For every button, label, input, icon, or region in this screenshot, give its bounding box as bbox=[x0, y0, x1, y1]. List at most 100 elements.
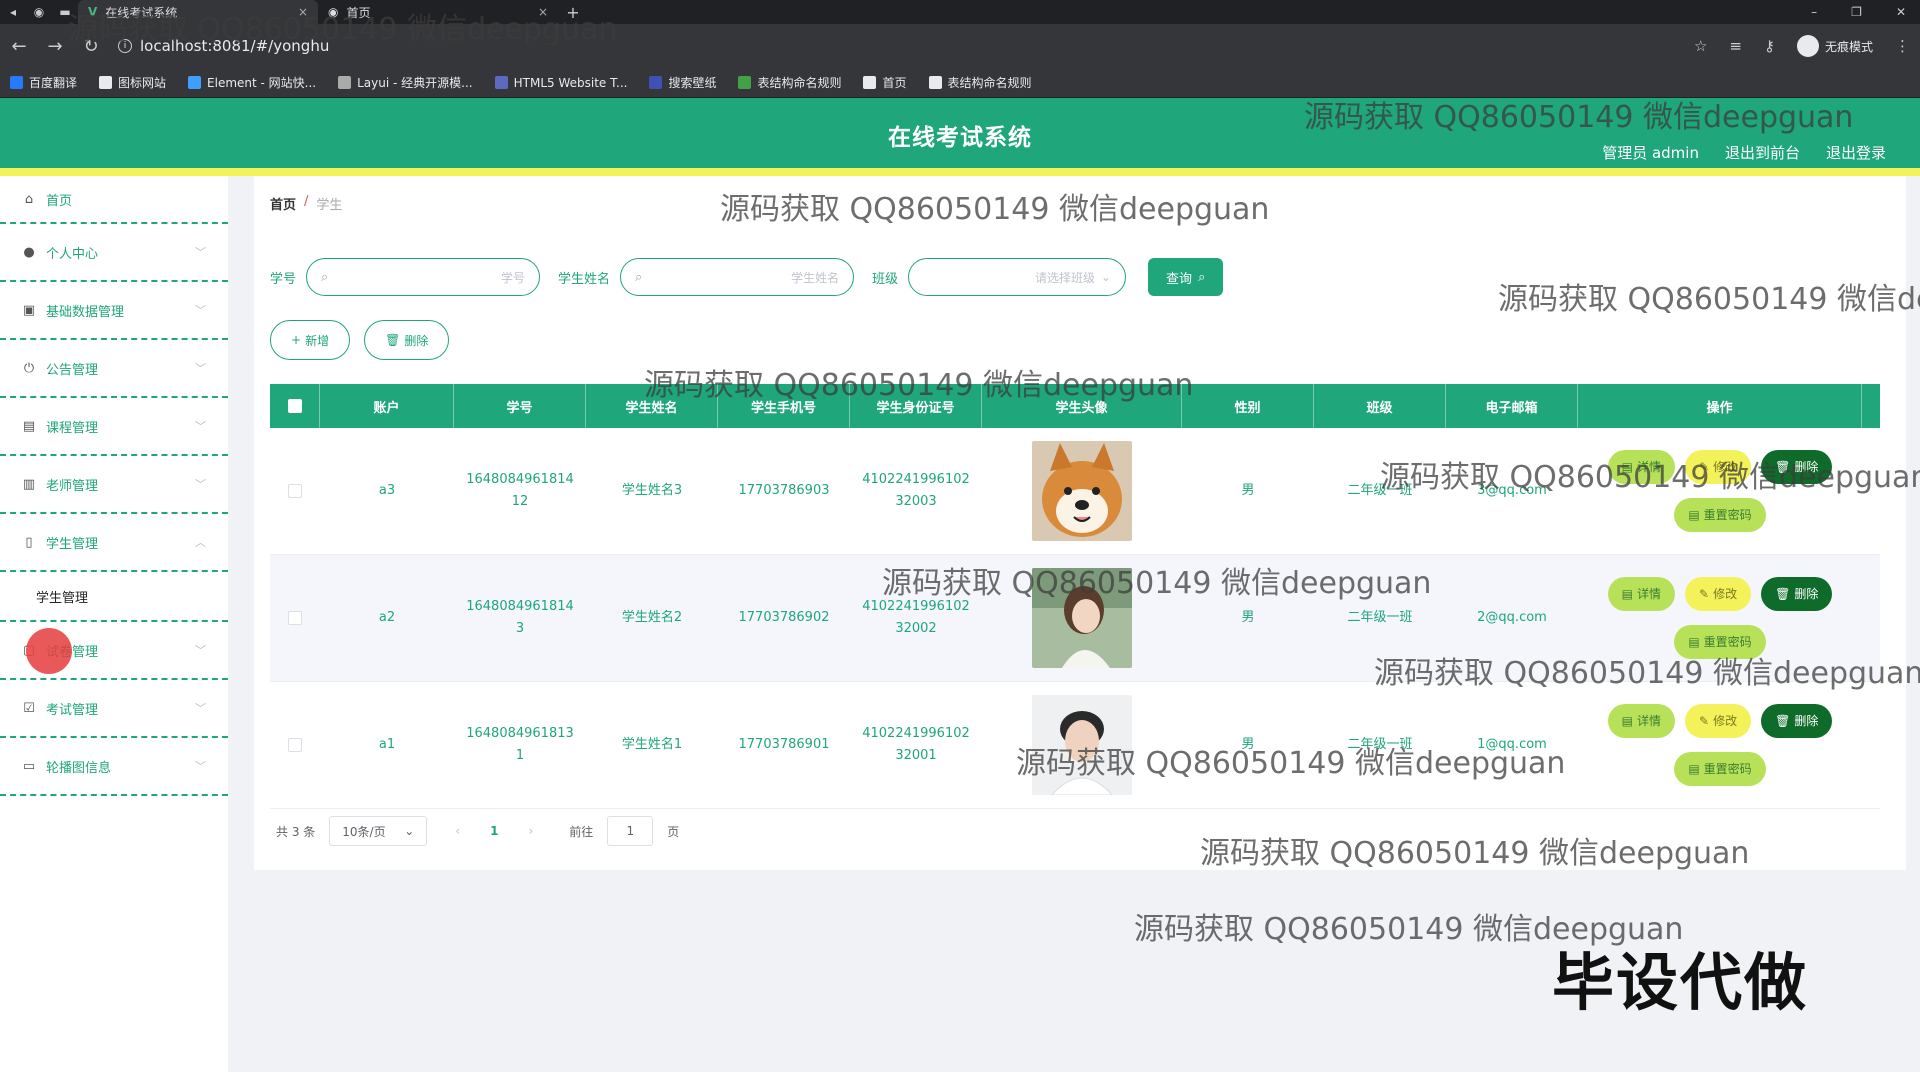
breadcrumb-home[interactable]: 首页 bbox=[270, 194, 296, 213]
browser-tab[interactable]: ◉ 首页 × bbox=[318, 0, 558, 24]
detail-button[interactable]: ▤ 详情 bbox=[1607, 577, 1676, 611]
next-page-icon[interactable]: › bbox=[528, 824, 533, 838]
tab-label: 在线考试系统 bbox=[105, 5, 178, 20]
table-cell bbox=[982, 682, 1182, 808]
chevron-down-icon: ⌄ bbox=[1100, 270, 1112, 284]
bookmark-item[interactable]: HTML5 Website T... bbox=[494, 76, 627, 90]
sidebar-item[interactable]: ● 个人中心 ﹀ bbox=[0, 224, 228, 282]
reset-label: 重置密码 bbox=[1703, 634, 1752, 649]
table-cell: 4102241996102 32003 bbox=[850, 428, 982, 554]
account-cell: a3 bbox=[378, 482, 396, 498]
column-header: 学号 bbox=[454, 384, 586, 428]
edit-button[interactable]: ✎ 修改 bbox=[1685, 704, 1752, 738]
reading-list-icon[interactable]: ≡ bbox=[1729, 37, 1742, 55]
bookmark-item[interactable]: Element - 网站快... bbox=[188, 74, 316, 91]
edit-button[interactable]: ✎ 修改 bbox=[1685, 450, 1752, 484]
delete-button[interactable]: 🗑 删除 bbox=[1761, 450, 1833, 484]
bookmark-item[interactable]: 搜索壁纸 bbox=[649, 74, 716, 91]
sidebar-item[interactable]: ▣ 基础数据管理 ﹀ bbox=[0, 282, 228, 340]
menu-icon[interactable]: ⋮ bbox=[1895, 37, 1910, 55]
goto-page-input[interactable]: 1 bbox=[607, 816, 654, 846]
bookmark-icon bbox=[338, 76, 352, 89]
select-all-checkbox[interactable] bbox=[287, 399, 302, 413]
delete-button[interactable]: 🗑 删除 bbox=[1761, 704, 1833, 738]
add-button[interactable]: + 新增 bbox=[270, 320, 351, 360]
bookmark-item[interactable]: 百度翻译 bbox=[10, 74, 77, 91]
bookmark-icon bbox=[928, 76, 942, 89]
student-name-input[interactable]: ⌕ 学生姓名 bbox=[620, 258, 855, 296]
table-cell: 二年级一班 bbox=[1314, 682, 1446, 808]
table-row: a3 1648084961814 12 学生姓名3 17703786903 4102241… bbox=[270, 428, 1880, 555]
detail-button[interactable]: ▤ 详情 bbox=[1607, 704, 1676, 738]
pagination: 共 3 条 10条/页 ⌄ ‹ 1 › 前往 1 页 bbox=[276, 816, 679, 846]
reload-icon[interactable]: ↻ bbox=[82, 36, 100, 57]
prev-page-icon[interactable]: ‹ bbox=[455, 824, 460, 838]
profile-button[interactable]: 无痕模式 bbox=[1796, 35, 1873, 57]
bookmark-label: 搜索壁纸 bbox=[668, 76, 717, 90]
bookmark-item[interactable]: 图标网站 bbox=[99, 74, 166, 91]
class-select[interactable]: 请选择班级 ⌄ bbox=[908, 258, 1127, 296]
bookmark-item[interactable]: Layui - 经典开源模... bbox=[338, 74, 473, 91]
table-cell: 1648084961814 12 bbox=[454, 428, 586, 554]
table-cell: ▤ 详情 ✎ 修改 🗑 删除 ▤ 重置密码 bbox=[1578, 555, 1862, 681]
sidebar-item[interactable]: ▯ 学生管理 ︿ bbox=[0, 514, 228, 572]
student-no-line: 1648084961813 bbox=[466, 725, 574, 741]
sidebar-subitem-student[interactable]: 学生管理 bbox=[0, 572, 228, 622]
bookmark-item[interactable]: 首页 bbox=[863, 74, 907, 91]
sidebar-item[interactable]: ⌂ 首页 bbox=[0, 176, 228, 224]
student-no-input[interactable]: ⌕ 学号 bbox=[306, 258, 541, 296]
bookmark-label: 图标网站 bbox=[118, 76, 167, 90]
sidebar-item[interactable]: ▭ 轮播图信息 ﹀ bbox=[0, 738, 228, 796]
table-cell: 男 bbox=[1182, 682, 1314, 808]
row-checkbox[interactable] bbox=[288, 611, 302, 625]
gender-cell: 男 bbox=[1241, 482, 1255, 498]
table-cell: ▤ 详情 ✎ 修改 🗑 删除 ▤ 重置密码 bbox=[1578, 682, 1862, 808]
row-checkbox[interactable] bbox=[288, 484, 302, 498]
document-icon: ▤ bbox=[1688, 761, 1700, 776]
page-size-value: 10条/页 bbox=[342, 824, 386, 839]
breadcrumb: 首页 / 学生 bbox=[270, 194, 342, 213]
sidebar: ⌂ 首页 ● 个人中心 ﹀ ▣ 基础数据管理 ﹀ ⏻ 公告管理 ﹀ ▤ 课程管理 ﹀ ▥ 老师管理 ﹀ ▯ 学生管理… bbox=[0, 176, 228, 1072]
bookmark-item[interactable]: 表结构命名规则 bbox=[928, 74, 1032, 91]
sidebar-item[interactable]: ▥ 老师管理 ﹀ bbox=[0, 456, 228, 514]
restore-icon[interactable]: ❐ bbox=[1851, 5, 1862, 19]
page-size-select[interactable]: 10条/页 ⌄ bbox=[329, 816, 428, 846]
browser-tab-active[interactable]: V 在线考试系统 × bbox=[78, 0, 318, 24]
detail-button[interactable]: ▤ 详情 bbox=[1607, 450, 1676, 484]
edit-button[interactable]: ✎ 修改 bbox=[1685, 577, 1752, 611]
url-field[interactable]: i localhost:8081/#/yonghu bbox=[118, 31, 1676, 61]
reset-password-button[interactable]: ▤ 重置密码 bbox=[1674, 625, 1766, 659]
tab-close-icon[interactable]: × bbox=[538, 5, 548, 19]
minimize-icon[interactable]: – bbox=[1811, 5, 1817, 19]
star-icon[interactable]: ☆ bbox=[1694, 37, 1707, 55]
logout-link[interactable]: 退出登录 bbox=[1826, 142, 1886, 163]
sidebar-item[interactable]: ▤ 课程管理 ﹀ bbox=[0, 398, 228, 456]
sidebar-item[interactable]: ⏻ 公告管理 ﹀ bbox=[0, 340, 228, 398]
key-icon[interactable]: ⚷ bbox=[1764, 37, 1775, 55]
plus-icon: + bbox=[291, 333, 302, 347]
query-button[interactable]: 查询 ⌕ bbox=[1148, 258, 1224, 296]
back-icon[interactable]: ← bbox=[10, 36, 28, 57]
student-no-cell: 1648084961814 12 bbox=[466, 469, 574, 513]
phone-cell: 17703786901 bbox=[738, 736, 830, 752]
tab-label: 首页 bbox=[346, 5, 371, 20]
back-to-front-link[interactable]: 退出到前台 bbox=[1725, 142, 1800, 163]
globe-icon[interactable]: ◉ bbox=[26, 5, 52, 19]
tab-close-icon[interactable]: × bbox=[298, 5, 308, 19]
delete-button[interactable]: 🗑 删除 bbox=[1761, 577, 1833, 611]
speaker-icon[interactable]: ◂ bbox=[0, 5, 26, 19]
sidebar-item[interactable]: ☑ 考试管理 ﹀ bbox=[0, 680, 228, 738]
reset-password-button[interactable]: ▤ 重置密码 bbox=[1674, 498, 1766, 532]
bookmark-item[interactable]: 表结构命名规则 bbox=[738, 74, 841, 91]
student-avatar bbox=[1032, 695, 1132, 795]
close-window-icon[interactable]: ✕ bbox=[1896, 5, 1906, 19]
new-tab-icon[interactable]: + bbox=[558, 3, 588, 22]
info-icon[interactable]: i bbox=[118, 39, 132, 53]
page-number[interactable]: 1 bbox=[474, 824, 514, 838]
window-icon[interactable]: ▬ bbox=[52, 5, 78, 19]
forward-icon[interactable]: → bbox=[46, 36, 64, 57]
reset-password-button[interactable]: ▤ 重置密码 bbox=[1674, 752, 1766, 786]
row-checkbox[interactable] bbox=[288, 738, 302, 752]
address-bar: ← → ↻ i localhost:8081/#/yonghu ☆ ≡ ⚷ 无痕… bbox=[0, 24, 1920, 68]
batch-delete-button[interactable]: 🗑 删除 bbox=[364, 320, 450, 360]
